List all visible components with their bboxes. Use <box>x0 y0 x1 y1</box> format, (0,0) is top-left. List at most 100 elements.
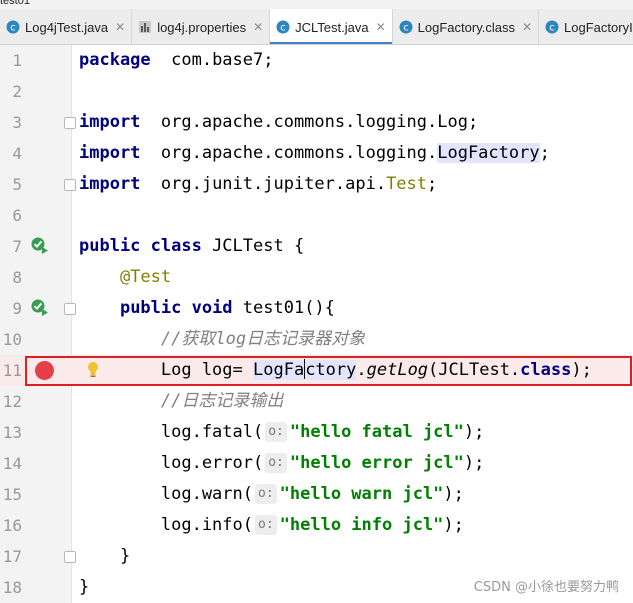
code-token: ); <box>443 484 464 504</box>
code-line[interactable]: 14 log.error(o: "hello error jcl"); <box>0 448 633 479</box>
window-title: test01 <box>0 0 633 9</box>
code-token: "hello warn jcl" <box>279 484 444 504</box>
code-token: public void <box>119 298 233 318</box>
breakpoint-icon[interactable] <box>35 361 54 380</box>
tab-jcltest-java[interactable]: c JCLTest.java ✕ <box>270 9 393 44</box>
fold-marker-icon[interactable] <box>64 551 76 563</box>
code-token: LogFa <box>253 360 305 380</box>
code-line[interactable]: 7 public class JCLTest { <box>0 231 633 262</box>
fold-marker-icon[interactable] <box>64 117 76 129</box>
code-line[interactable]: 13 log.fatal(o: "hello fatal jcl"); <box>0 417 633 448</box>
code-line[interactable]: 17 } <box>0 541 633 572</box>
code-line[interactable]: 6 <box>0 200 633 231</box>
line-number: 7 <box>12 237 22 256</box>
editor-tab-bar: c Log4jTest.java ✕ log4j.properties ✕ c JCLTes… <box>0 9 633 45</box>
code-token: ); <box>571 360 592 380</box>
code-token: getLog <box>366 360 429 380</box>
code-line[interactable]: 16 log.info(o: "hello info jcl"); <box>0 510 633 541</box>
fold-marker-icon[interactable] <box>64 179 76 191</box>
code-token: com.base7; <box>150 50 274 70</box>
fold-marker-icon[interactable] <box>64 303 76 315</box>
code-token: log.warn( <box>79 484 253 504</box>
code-token: package <box>79 50 151 70</box>
close-icon[interactable]: ✕ <box>522 20 532 34</box>
line-number: 5 <box>12 175 22 194</box>
run-test-icon[interactable] <box>30 298 50 318</box>
tab-logfactoryi[interactable]: c LogFactoryI <box>539 9 633 44</box>
tab-label: JCLTest.java <box>295 19 369 35</box>
code-token: public class <box>79 236 202 256</box>
code-token: log.info( <box>79 515 253 535</box>
code-line[interactable]: 15 log.warn(o: "hello warn jcl"); <box>0 479 633 510</box>
tab-label: LogFactory.class <box>417 19 515 35</box>
code-token: org.apache.commons.logging. <box>140 143 438 163</box>
code-line[interactable]: 4 import org.apache.commons.logging.LogFa… <box>0 138 633 169</box>
line-number: 17 <box>2 547 22 566</box>
code-text: package com.base7; <box>79 45 273 76</box>
line-number: 14 <box>2 454 22 473</box>
code-line[interactable]: 2 <box>0 76 633 107</box>
code-token: log.fatal( <box>79 422 264 442</box>
code-token: } <box>79 577 90 597</box>
close-icon[interactable]: ✕ <box>115 20 125 34</box>
code-line[interactable]: 5 import org.junit.jupiter.api.Test; <box>0 169 633 200</box>
tab-label: LogFactoryI <box>564 19 633 35</box>
tab-label: Log4jTest.java <box>25 19 109 35</box>
run-test-icon[interactable] <box>30 236 50 256</box>
svg-text:c: c <box>280 23 286 34</box>
close-icon[interactable]: ✕ <box>376 20 386 34</box>
java-class-icon: c <box>545 20 559 34</box>
code-line[interactable]: 1 package com.base7; <box>0 45 633 76</box>
java-class-icon: c <box>399 20 413 34</box>
tab-log4j-properties[interactable]: log4j.properties ✕ <box>132 9 271 44</box>
code-token: ); <box>463 422 485 442</box>
svg-text:c: c <box>403 23 409 34</box>
tab-log4jtest-java[interactable]: c Log4jTest.java ✕ <box>0 9 133 44</box>
code-text: //日志记录输出 <box>79 386 283 417</box>
code-token: Test <box>386 174 428 194</box>
code-token: ; <box>539 143 550 163</box>
code-token: "hello fatal jcl" <box>289 422 464 442</box>
code-token: ; <box>427 174 438 194</box>
line-number: 1 <box>12 51 22 70</box>
code-text: @Test <box>79 262 171 293</box>
code-token: //日志记录输出 <box>160 391 284 411</box>
watermark: CSDN @小徐也要努力鸭 <box>473 580 619 595</box>
code-token: org.apache.commons.logging.Log; <box>140 112 479 132</box>
code-text: import org.junit.jupiter.api.Test; <box>79 169 437 200</box>
line-number: 4 <box>12 144 22 163</box>
code-text: Log log= LogFactory.getLog(JCLTest.class… <box>79 355 592 386</box>
line-number: 16 <box>2 516 22 535</box>
code-token: import <box>79 112 141 132</box>
line-number: 11 <box>2 361 22 380</box>
code-line[interactable]: 3 import org.apache.commons.logging.Log; <box>0 107 633 138</box>
tab-label: log4j.properties <box>157 19 247 35</box>
code-token: } <box>79 546 131 566</box>
line-number: 9 <box>12 299 22 318</box>
line-number: 18 <box>2 578 22 597</box>
parameter-hint: o: <box>265 453 287 473</box>
code-text: log.warn(o: "hello warn jcl"); <box>79 479 464 510</box>
code-text: import org.apache.commons.logging.Log; <box>79 107 478 138</box>
code-text: } <box>79 572 89 603</box>
parameter-hint: o: <box>265 422 287 442</box>
code-line[interactable]: 8 @Test <box>0 262 633 293</box>
code-text: } <box>79 541 130 572</box>
code-line[interactable]: 9 public void test01(){ <box>0 293 633 324</box>
java-class-icon: c <box>276 20 290 34</box>
code-token: org.junit.jupiter.api. <box>140 174 387 194</box>
code-token: import <box>79 143 141 163</box>
code-token: //获取log日志记录器对象 <box>160 329 366 349</box>
close-icon[interactable]: ✕ <box>253 20 263 34</box>
code-line[interactable]: 10 //获取log日志记录器对象 <box>0 324 633 355</box>
svg-text:c: c <box>549 23 555 34</box>
tab-logfactory-class[interactable]: c LogFactory.class ✕ <box>393 9 540 44</box>
code-line[interactable]: 12 //日志记录输出 <box>0 386 633 417</box>
line-number: 8 <box>12 268 22 287</box>
lightbulb-icon[interactable] <box>85 360 101 380</box>
properties-file-icon <box>138 20 152 34</box>
code-text: public void test01(){ <box>79 293 335 324</box>
